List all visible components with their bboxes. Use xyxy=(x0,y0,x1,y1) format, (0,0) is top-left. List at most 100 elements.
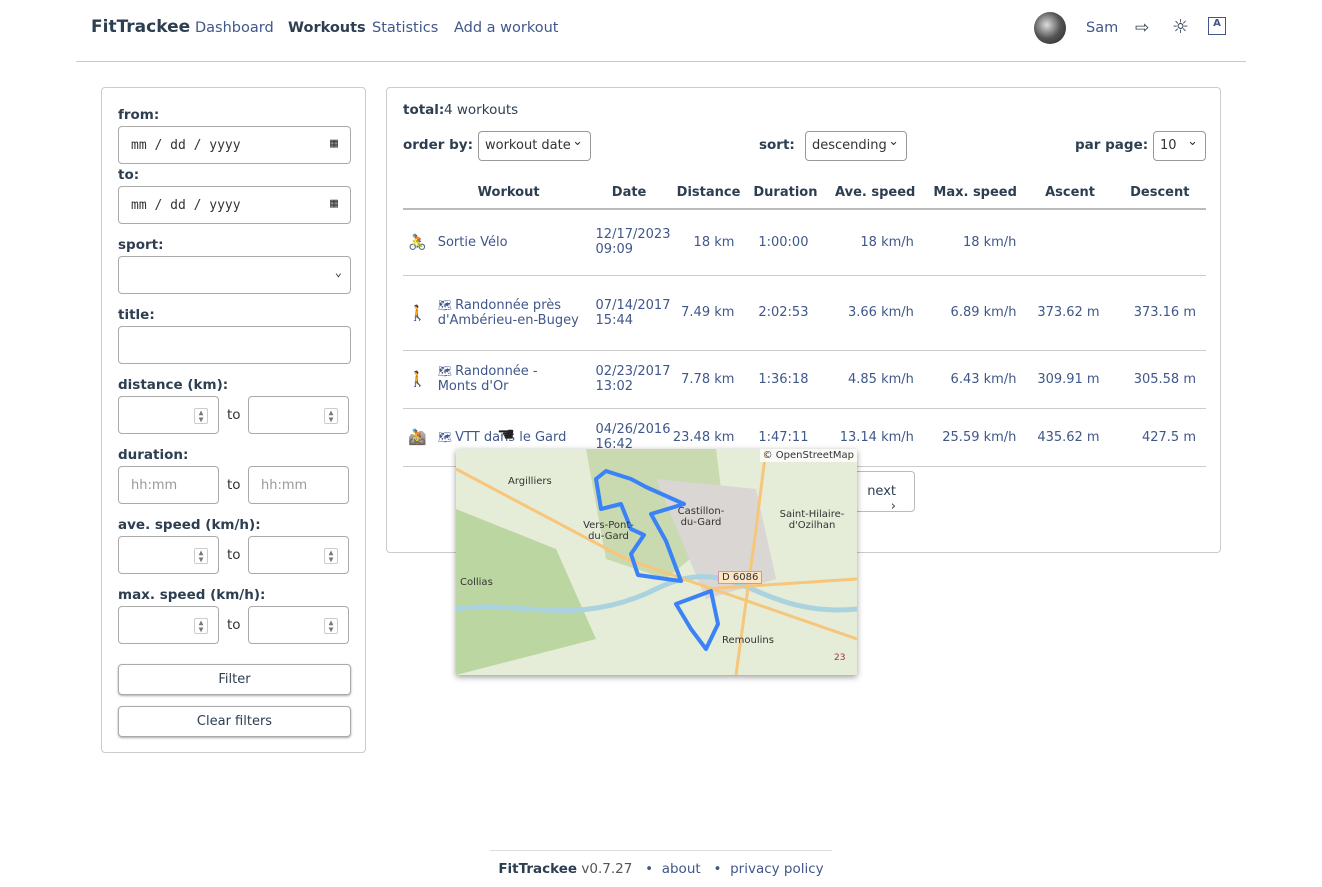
duration-min-input[interactable]: hh:mm xyxy=(118,466,219,504)
workout-duration: 1:36:18 xyxy=(744,350,827,409)
duration-label: duration: xyxy=(118,447,189,463)
workout-date: 02/23/2017 xyxy=(595,364,671,379)
sun-icon[interactable]: ☼ xyxy=(1172,16,1189,38)
to-date-input[interactable]: mm / dd / yyyy ▦ xyxy=(118,186,351,224)
filter-button[interactable]: Filter xyxy=(118,664,351,695)
order-by-select[interactable]: workout date xyxy=(478,131,591,161)
map-label: Castillon-du-Gard xyxy=(677,506,725,528)
sport-select[interactable]: ⌄ xyxy=(118,256,351,294)
workout-ascent: 309.91 m xyxy=(1026,350,1114,409)
placeholder: hh:mm xyxy=(261,478,308,493)
map-label: Remoulins xyxy=(722,635,774,646)
from-date-input[interactable]: mm / dd / yyyy ▦ xyxy=(118,126,351,164)
nav-dashboard[interactable]: Dashboard xyxy=(195,20,274,36)
nav-statistics[interactable]: Statistics xyxy=(372,20,438,36)
column-header: Distance xyxy=(672,176,745,210)
to-placeholder: mm / dd / yyyy xyxy=(131,198,241,213)
privacy-policy-link[interactable]: privacy policy xyxy=(730,861,824,877)
column-header: Descent xyxy=(1113,176,1206,210)
hiking-icon: 🚶 xyxy=(403,350,432,409)
per-page-select[interactable]: 10 xyxy=(1153,131,1206,161)
workout-map-preview: © OpenStreetMap Argilliers Vers-Pont-du-… xyxy=(456,449,857,675)
nav-add-workout[interactable]: Add a workout xyxy=(454,20,559,36)
duration-max-input[interactable]: hh:mm xyxy=(248,466,349,504)
workouts-table: Workout Date Distance Duration Ave. speed Max… xyxy=(403,176,1206,467)
logout-icon[interactable]: ⇨ xyxy=(1135,18,1149,38)
workout-title-link[interactable]: 🗺 Randonnée - Monts d'Or xyxy=(438,364,538,394)
workout-ave-speed: 18 km/h xyxy=(826,209,924,276)
map-label: Vers-Pont-du-Gard xyxy=(583,520,634,542)
sort-label: sort: xyxy=(759,137,795,153)
max-speed-min-input[interactable]: ▲ ▼ xyxy=(118,606,219,644)
workout-title[interactable]: Sortie Vélo xyxy=(438,235,508,250)
workout-descent: 305.58 m xyxy=(1113,350,1206,409)
column-header: Max. speed xyxy=(923,176,1027,210)
workout-date: 12/17/2023 xyxy=(595,227,671,243)
total-value: 4 workouts xyxy=(444,102,519,118)
to-text: to xyxy=(227,617,241,633)
cycling-icon: 🚴 xyxy=(403,209,432,276)
map-attribution[interactable]: © OpenStreetMap xyxy=(759,449,857,462)
workout-date: 04/26/2016 xyxy=(595,422,671,437)
to-text: to xyxy=(227,477,241,493)
table-row[interactable]: 🚶 🗺 Randonnée près d'Ambérieu-en-Bugey 0… xyxy=(403,275,1206,351)
filters-panel: from: mm / dd / yyyy ▦ to: mm / dd / yyyy… xyxy=(101,87,366,753)
workout-distance: 18 km xyxy=(672,209,745,276)
chevron-down-icon: ⌄ xyxy=(334,265,342,279)
workout-title-link[interactable]: 🗺 Randonnée près d'Ambérieu-en-Bugey xyxy=(438,298,579,328)
title-label: title: xyxy=(118,307,155,323)
nav-workouts[interactable]: Workouts xyxy=(288,20,366,36)
total-label: total: xyxy=(403,102,445,118)
ave-speed-min-input[interactable]: ▲ ▼ xyxy=(118,536,219,574)
table-row[interactable]: 🚴 Sortie Vélo 12/17/2023 09:09 18 km 1:00… xyxy=(403,209,1206,276)
sort-value: descending xyxy=(812,138,887,153)
workout-descent: 427.5 m xyxy=(1113,408,1206,467)
footer-version: v0.7.27 xyxy=(581,861,633,877)
workout-max-speed: 18 km/h xyxy=(923,209,1027,276)
nav-user[interactable]: Sam xyxy=(1086,20,1118,36)
avatar[interactable] xyxy=(1034,12,1066,44)
next-label: next xyxy=(867,484,896,499)
table-row[interactable]: 🚶 🗺 Randonnée - Monts d'Or 02/23/2017 13:… xyxy=(403,350,1206,409)
workout-duration: 1:00:00 xyxy=(744,209,827,276)
map-icon: 🗺 xyxy=(437,298,456,312)
about-link[interactable]: about xyxy=(662,861,701,877)
column-header: Duration xyxy=(744,176,827,210)
workout-title[interactable]: Randonnée près d'Ambérieu-en-Bugey xyxy=(438,298,579,328)
per-page-label: par page: xyxy=(1075,137,1149,153)
sort-select[interactable]: descending xyxy=(805,131,907,161)
ave-speed-label: ave. speed (km/h): xyxy=(118,517,261,533)
language-icon[interactable]: A xyxy=(1208,17,1226,35)
title-input[interactable] xyxy=(118,326,351,364)
workout-ascent: 373.62 m xyxy=(1026,275,1114,351)
workout-max-speed: 6.43 km/h xyxy=(923,350,1027,409)
calendar-icon[interactable]: ▦ xyxy=(330,136,338,151)
distance-min-input[interactable]: ▲ ▼ xyxy=(118,396,219,434)
column-header: Ascent xyxy=(1026,176,1114,210)
distance-label: distance (km): xyxy=(118,377,229,393)
mountain-biking-icon: 🚵 xyxy=(403,408,432,467)
workout-max-speed: 25.59 km/h xyxy=(923,408,1027,467)
workout-ascent: 435.62 m xyxy=(1026,408,1114,467)
map-label: Collias xyxy=(460,577,493,588)
calendar-icon[interactable]: ▦ xyxy=(330,196,338,211)
workout-time: 15:44 xyxy=(595,312,633,328)
footer: FitTrackee v0.7.27 • about • privacy pol… xyxy=(490,850,832,877)
workout-time: 13:02 xyxy=(595,379,633,394)
max-speed-max-input[interactable]: ▲ ▼ xyxy=(248,606,349,644)
max-speed-label: max. speed (km/h): xyxy=(118,587,266,603)
footer-brand: FitTrackee xyxy=(498,861,578,877)
clear-filters-button[interactable]: Clear filters xyxy=(118,706,351,737)
order-by-label: order by: xyxy=(403,137,473,153)
workout-date: 07/14/2017 xyxy=(595,297,671,313)
distance-max-input[interactable]: ▲ ▼ xyxy=(248,396,349,434)
column-header: Workout xyxy=(431,176,586,210)
to-text: to xyxy=(227,407,241,423)
map-road-label: D 6086 xyxy=(718,571,763,584)
workout-title-link[interactable]: Sortie Vélo xyxy=(438,235,508,250)
map-label: Saint-Hilaire-d'Ozilhan xyxy=(779,509,845,531)
map-road-label: 23 xyxy=(834,653,846,663)
map-icon: 🗺 xyxy=(437,430,456,444)
ave-speed-max-input[interactable]: ▲ ▼ xyxy=(248,536,349,574)
brand-logo[interactable]: FitTrackee xyxy=(91,17,190,37)
